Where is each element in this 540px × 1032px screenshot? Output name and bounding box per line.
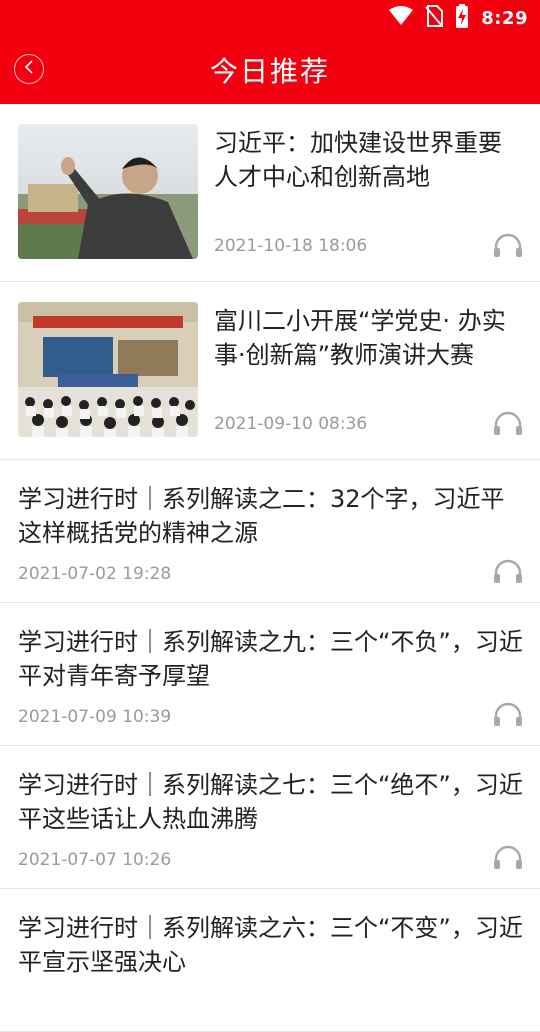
article-title[interactable]: 学习进行时｜系列解读之二：32个字，习近平这样概括党的精神之源 (18, 482, 528, 550)
article-date: 2021-07-02 19:28 (18, 564, 172, 584)
headphones-icon[interactable] (492, 844, 524, 870)
article-date: 2021-07-07 10:26 (18, 850, 172, 870)
article-item[interactable]: 习近平：加快建设世界重要人才中心和创新高地 2021-10-18 18:06 (0, 104, 540, 282)
article-title[interactable]: 富川二小开展“学党史· 办实事·创新篇”教师演讲大赛 (214, 304, 524, 372)
headphones-icon[interactable] (492, 558, 524, 584)
article-thumbnail (18, 302, 198, 437)
article-title[interactable]: 学习进行时｜系列解读之七：三个“绝不”，习近平这些话让人热血沸腾 (18, 768, 528, 836)
headphones-icon[interactable] (492, 701, 524, 727)
article-item[interactable]: 学习进行时｜系列解读之七：三个“绝不”，习近平这些话让人热血沸腾 2021-07… (0, 746, 540, 889)
article-date: 2021-10-18 18:06 (214, 236, 368, 256)
headphones-icon[interactable] (492, 410, 524, 436)
article-date: 2021-07-09 10:39 (18, 707, 172, 727)
no-sim-icon (425, 5, 444, 31)
wifi-icon (389, 6, 414, 30)
article-title[interactable]: 学习进行时｜系列解读之六：三个“不变”，习近平宣示坚强决心 (18, 911, 528, 979)
page-title: 今日推荐 (209, 55, 330, 88)
article-list: 习近平：加快建设世界重要人才中心和创新高地 2021-10-18 18:06 富… (0, 104, 540, 1032)
headphones-icon[interactable] (492, 232, 524, 258)
status-icons: 8:29 (389, 4, 528, 32)
header-bar: 今日推荐 (0, 36, 540, 104)
article-item[interactable]: 学习进行时｜系列解读之六：三个“不变”，习近平宣示坚强决心 (0, 889, 540, 1032)
article-item[interactable]: 富川二小开展“学党史· 办实事·创新篇”教师演讲大赛 2021-09-10 08… (0, 282, 540, 460)
status-bar: 8:29 (0, 0, 540, 36)
article-title[interactable]: 学习进行时｜系列解读之九：三个“不负”，习近平对青年寄予厚望 (18, 625, 528, 693)
article-date: 2021-09-10 08:36 (214, 414, 368, 434)
status-time: 8:29 (481, 7, 528, 29)
article-thumbnail (18, 124, 198, 259)
article-title[interactable]: 习近平：加快建设世界重要人才中心和创新高地 (214, 126, 524, 194)
article-item[interactable]: 学习进行时｜系列解读之九：三个“不负”，习近平对青年寄予厚望 2021-07-0… (0, 603, 540, 746)
article-item[interactable]: 学习进行时｜系列解读之二：32个字，习近平这样概括党的精神之源 2021-07-… (0, 460, 540, 603)
battery-charging-icon (455, 4, 469, 32)
